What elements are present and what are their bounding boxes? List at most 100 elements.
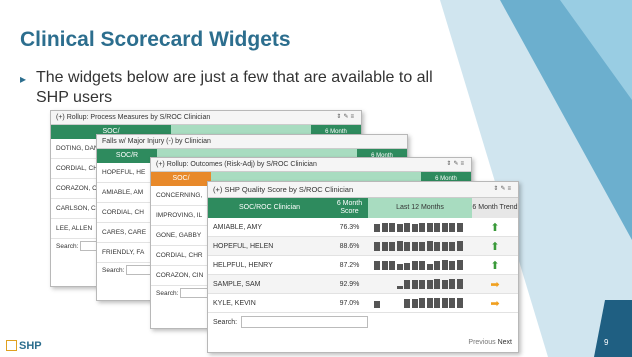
widget-tools: ⇕✎≡ [493, 182, 513, 197]
logo-text: SHP [19, 340, 42, 352]
sparkline-bars [368, 237, 472, 255]
sparkline-bar [404, 280, 410, 289]
sparkline-bar [374, 261, 380, 270]
sparkline-bar [396, 264, 403, 270]
widget-title-text: Falls w/ Major Injury (-) by Clinician [102, 138, 211, 145]
score-value: 97.0% [339, 299, 360, 307]
next-page-link[interactable]: Next [498, 339, 512, 346]
header-clinician[interactable]: SOC/ROC Clinician [208, 198, 331, 218]
sparkline-bar [411, 280, 418, 289]
sparkline-bar [449, 279, 455, 289]
sparkline-bar [411, 261, 418, 270]
table-row[interactable]: SAMPLE, SAM 92.9% ➡ [208, 275, 518, 294]
sparkline-bar [449, 298, 455, 308]
score-value: 87.2% [339, 261, 360, 269]
sparkline-bar [419, 242, 425, 251]
widget-title: (+) Rollup: Process Measures by S/ROC Cl… [51, 111, 361, 125]
widget-title-text: (+) Rollup: Outcomes (Risk-Adj) by S/ROC… [156, 161, 317, 168]
score-value: 76.3% [339, 223, 360, 231]
sparkline-bar [381, 223, 388, 232]
clinician-name: KYLE, KEVIN [213, 299, 256, 307]
sparkline-bar [374, 242, 380, 251]
score-value: 88.6% [339, 242, 360, 250]
header-clinician[interactable]: SOC/ [151, 172, 211, 186]
header-clinician[interactable]: SOC/R [97, 149, 157, 163]
page-number: 9 [604, 338, 609, 347]
widget-tools: ⇕✎≡ [446, 158, 466, 171]
clinician-name: HELPFUL, HENRY [213, 261, 273, 269]
sparkline-bar [426, 280, 433, 289]
search-label: Search: [213, 318, 238, 326]
widget-shp-quality-score[interactable]: (+) SHP Quality Score by S/ROC Clinician… [207, 181, 519, 353]
sparkline-bar [381, 242, 388, 251]
table-row[interactable]: KYLE, KEVIN 97.0% ➡ [208, 294, 518, 313]
trend-right-arrow-icon: ➡ [490, 278, 500, 291]
sparkline-bar [456, 298, 463, 308]
triangle-bullet-icon: ▸ [20, 72, 27, 86]
sparkline-bar [441, 298, 448, 308]
sparkline-bar [426, 241, 433, 251]
sparkline-bar [434, 223, 440, 232]
sparkline-bar [396, 241, 403, 251]
header-last-12-months[interactable]: Last 12 Months [368, 198, 472, 218]
sparkline-bar [426, 264, 433, 270]
sparkline-bar [404, 242, 410, 251]
sparkline-bar [426, 298, 433, 308]
sparkline-bars [368, 294, 472, 312]
sparkline-bar [396, 286, 403, 289]
sparkline-bar [456, 279, 463, 289]
menu-icon[interactable]: ≡ [460, 161, 466, 167]
header-score[interactable]: 6 Month Score [331, 198, 368, 218]
bullet-text: The widgets below are just a few that ar… [36, 69, 433, 106]
table-row[interactable]: HELPFUL, HENRY 87.2% ⬆ [208, 256, 518, 275]
shp-logo-icon [6, 340, 17, 351]
sparkline-bar [404, 263, 410, 270]
sparkline-bars [368, 275, 472, 293]
score-value: 92.9% [339, 280, 360, 288]
table-row[interactable]: HOPEFUL, HELEN 88.6% ⬆ [208, 237, 518, 256]
sparkline-bar [441, 242, 448, 251]
sparkline-bar [434, 298, 440, 308]
sparkline-bar [411, 224, 418, 232]
sparkline-bar [441, 260, 448, 270]
menu-icon[interactable]: ≡ [507, 186, 513, 192]
header-trend[interactable]: 6 Month Trend [472, 198, 518, 218]
sparkline-bar [449, 223, 455, 232]
sparkline-bar [389, 223, 395, 232]
previous-page-link[interactable]: Previous [468, 339, 495, 346]
widget-tools: ⇕✎≡ [336, 111, 356, 124]
slide-title: Clinical Scorecard Widgets [20, 28, 291, 51]
trend-right-arrow-icon: ➡ [490, 297, 500, 310]
menu-icon[interactable]: ≡ [350, 114, 356, 120]
sparkline-bar [419, 223, 425, 232]
sparkline-bar [411, 242, 418, 251]
sparkline-bar [404, 223, 410, 232]
search-label: Search: [102, 267, 125, 274]
sparkline-bar [396, 224, 403, 232]
sparkline-bars [368, 256, 472, 274]
shp-logo: SHP [6, 340, 42, 352]
sparkline-bar [434, 242, 440, 251]
sparkline-bar [419, 261, 425, 270]
widget-search: Search: [208, 313, 518, 331]
clinician-name: SAMPLE, SAM [213, 280, 261, 288]
widget-title: (+) Rollup: Outcomes (Risk-Adj) by S/ROC… [151, 158, 471, 172]
sparkline-bar [449, 261, 455, 270]
table-row[interactable]: AMIABLE, AMY 76.3% ⬆ [208, 218, 518, 237]
sparkline-bar [389, 242, 395, 251]
sparkline-bar [404, 299, 410, 308]
sparkline-bar [449, 242, 455, 251]
sparkline-bar [434, 261, 440, 270]
sparkline-bar [434, 279, 440, 289]
sparkline-bar [441, 280, 448, 289]
widget-title-text: (+) Rollup: Process Measures by S/ROC Cl… [56, 114, 211, 121]
sparkline-bar [456, 223, 463, 232]
widget-title: (+) SHP Quality Score by S/ROC Clinician… [208, 182, 518, 198]
sparkline-bar [411, 299, 418, 308]
sparkline-bar [419, 298, 425, 308]
sparkline-bar [381, 261, 388, 270]
trend-up-arrow-icon: ⬆ [490, 259, 500, 272]
trend-up-arrow-icon: ⬆ [490, 240, 500, 253]
slide: Clinical Scorecard Widgets ▸ The widgets… [0, 0, 632, 357]
search-input[interactable] [241, 316, 369, 328]
